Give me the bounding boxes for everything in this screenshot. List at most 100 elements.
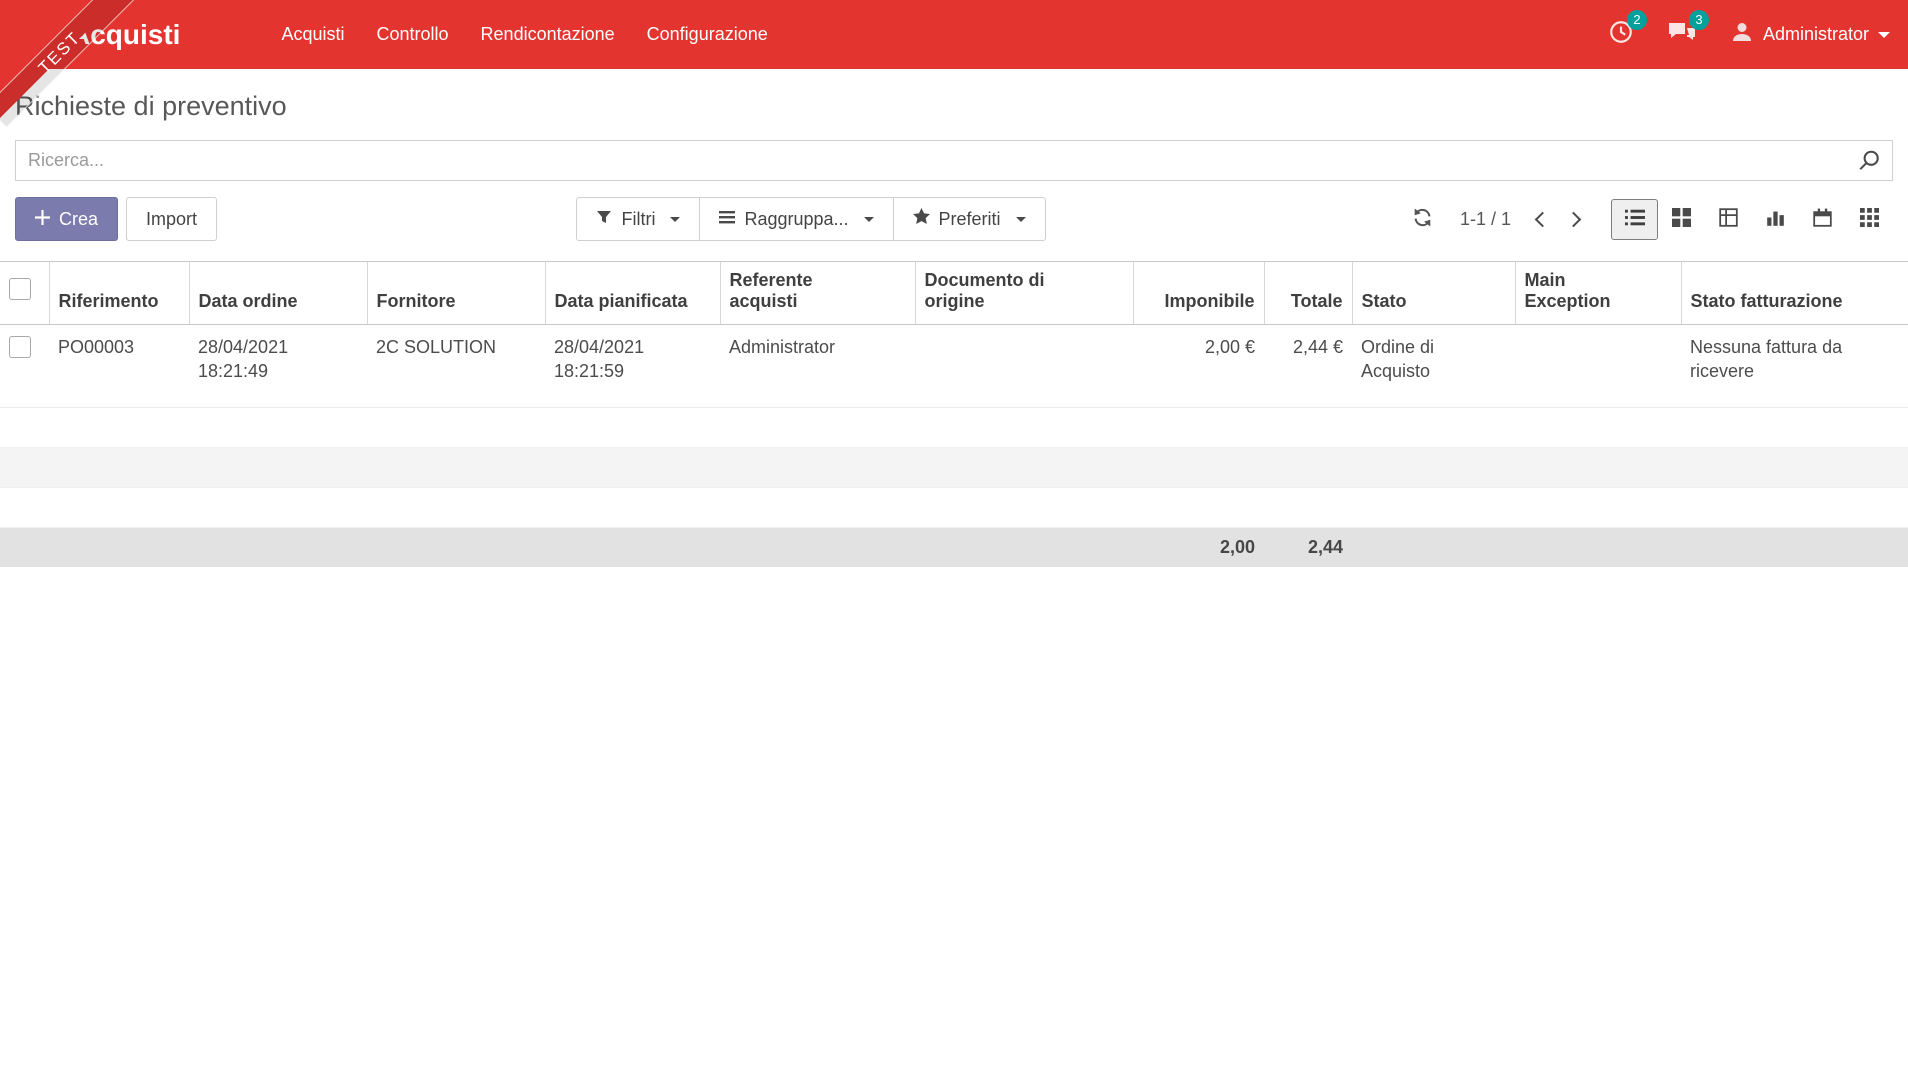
empty-row <box>0 487 1908 528</box>
column-header-label: Imponibile <box>1164 291 1255 311</box>
graph-view-icon <box>1766 208 1785 230</box>
column-header-stato[interactable]: Stato <box>1351 261 1515 325</box>
cell-stato[interactable]: Ordine di Acquisto <box>1352 324 1515 408</box>
column-header-stato-fatturazione[interactable]: Stato fatturazione <box>1680 261 1908 325</box>
search-icon[interactable] <box>1857 149 1881 178</box>
column-header-label: Fornitore <box>376 291 456 311</box>
filters-label: Filtri <box>621 208 656 229</box>
groupby-label: Raggruppa... <box>744 208 849 229</box>
menu-item: Controllo <box>361 0 465 69</box>
messages-badge: 3 <box>1688 10 1709 30</box>
app-brand[interactable]: Acquisti <box>70 19 180 51</box>
view-kanban-button[interactable] <box>1658 199 1705 240</box>
control-panel: Richieste di preventivo Crea Import <box>0 69 1908 241</box>
menu-rendicontazione[interactable]: Rendicontazione <box>465 0 631 69</box>
search-input[interactable] <box>15 140 1893 181</box>
column-header-fornitore[interactable]: Fornitore <box>366 261 545 325</box>
chevron-left-icon <box>1534 211 1551 227</box>
menu-acquisti[interactable]: Acquisti <box>265 0 360 69</box>
column-header-totale[interactable]: Totale <box>1263 261 1352 325</box>
cell-stato-fatturazione[interactable]: Nessuna fattura da ricevere <box>1681 324 1908 408</box>
cell-fornitore[interactable]: 2C SOLUTION <box>367 324 545 408</box>
column-header-label: Stato fatturazione <box>1690 291 1843 311</box>
cell-data-ordine[interactable]: 28/04/2021 18:21:49 <box>189 324 367 408</box>
apps-menu-button[interactable] <box>18 21 40 48</box>
row-checkbox[interactable] <box>9 336 31 358</box>
import-button-label: Import <box>146 208 198 229</box>
select-all-checkbox[interactable] <box>9 277 31 300</box>
quotation-list-table: Riferimento Data ordine Fornitore Data p… <box>0 261 1908 567</box>
column-header-imponibile[interactable]: Imponibile <box>1132 261 1264 325</box>
bars-icon <box>719 209 736 230</box>
chevron-right-icon <box>1565 211 1582 227</box>
user-icon <box>1730 20 1754 49</box>
cell-documento-origine[interactable] <box>915 324 1133 408</box>
top-navbar: Acquisti Acquisti Controllo Rendicontazi… <box>0 0 1908 69</box>
footer-totale-total: 2,44 <box>1264 527 1352 567</box>
menu-item: Acquisti <box>265 0 360 69</box>
menu-configurazione[interactable]: Configurazione <box>631 0 784 69</box>
plus-icon <box>35 209 50 230</box>
user-name: Administrator <box>1762 24 1869 44</box>
column-header-data-ordine[interactable]: Data ordine <box>188 261 367 325</box>
pager-next-button[interactable] <box>1558 206 1589 233</box>
view-pivot-button[interactable] <box>1705 199 1752 240</box>
column-header-label: Data ordine <box>198 291 298 311</box>
column-header-label: Documento di origine <box>924 270 1045 311</box>
column-header-riferimento[interactable]: Riferimento <box>48 261 189 325</box>
cell-riferimento[interactable]: PO00003 <box>49 324 189 408</box>
favorites-button[interactable]: Preferiti <box>892 197 1046 241</box>
cell-totale[interactable]: 2,44 € <box>1264 324 1352 408</box>
empty-row <box>0 447 1908 488</box>
pager-range: 1-1 / 1 <box>1459 208 1511 229</box>
footer-spacer <box>0 527 1133 567</box>
create-button[interactable]: Crea <box>15 197 119 241</box>
filters-button[interactable]: Filtri <box>576 197 701 241</box>
menu-item: Rendicontazione <box>465 0 631 69</box>
view-calendar-button[interactable] <box>1799 199 1846 240</box>
menu-controllo[interactable]: Controllo <box>361 0 465 69</box>
messages-button[interactable]: 3 <box>1668 10 1709 50</box>
column-header-data-pianificata[interactable]: Data pianificata <box>544 261 720 325</box>
favorites-label: Preferiti <box>938 208 1001 229</box>
filter-funnel-icon <box>596 209 612 230</box>
view-switcher <box>1611 198 1893 240</box>
empty-row <box>0 407 1908 448</box>
cell-referente-acquisti[interactable]: Administrator <box>720 324 915 408</box>
table-footer-row: 2,00 2,44 <box>0 527 1908 567</box>
main-menu: Acquisti Controllo Rendicontazione Confi… <box>265 0 783 69</box>
column-header-referente-acquisti[interactable]: Referente acquisti <box>719 261 915 325</box>
import-button[interactable]: Import <box>126 197 218 241</box>
view-activity-button[interactable] <box>1846 199 1893 240</box>
activities-button[interactable]: 2 <box>1608 10 1647 50</box>
column-header-documento-origine[interactable]: Documento di origine <box>914 261 1133 325</box>
star-icon <box>912 208 930 230</box>
create-button-label: Crea <box>59 208 99 229</box>
cell-imponibile[interactable]: 2,00 € <box>1133 324 1264 408</box>
column-header-main-exception[interactable]: Main Exception <box>1514 261 1681 325</box>
activities-badge: 2 <box>1626 10 1647 30</box>
table-row[interactable]: PO00003 28/04/2021 18:21:49 2C SOLUTION … <box>0 324 1908 408</box>
toolbar-left: Crea Import <box>15 197 218 241</box>
view-list-button[interactable] <box>1611 198 1658 240</box>
refresh-button[interactable] <box>1405 200 1440 238</box>
cell-data-pianificata[interactable]: 28/04/2021 18:21:59 <box>545 324 720 408</box>
column-header-label: Totale <box>1290 291 1343 311</box>
kanban-view-icon <box>1672 208 1691 230</box>
menu-item: Configurazione <box>631 0 784 69</box>
page: Acquisti Acquisti Controllo Rendicontazi… <box>0 0 1908 567</box>
search-options-group: Filtri Raggruppa... Preferiti <box>576 197 1046 241</box>
select-all-cell <box>0 261 49 325</box>
search-bar <box>15 140 1893 181</box>
footer-spacer <box>1352 527 1908 567</box>
view-graph-button[interactable] <box>1752 199 1799 240</box>
row-select-cell <box>0 324 49 408</box>
user-menu[interactable]: Administrator <box>1730 20 1890 49</box>
calendar-view-icon <box>1813 208 1832 230</box>
column-header-label: Data pianificata <box>554 291 688 311</box>
cell-main-exception[interactable] <box>1515 324 1681 408</box>
pager-previous-button[interactable] <box>1527 206 1558 233</box>
table-header-row: Riferimento Data ordine Fornitore Data p… <box>0 261 1908 325</box>
chevron-down-icon <box>1015 216 1026 222</box>
groupby-button[interactable]: Raggruppa... <box>699 197 894 241</box>
